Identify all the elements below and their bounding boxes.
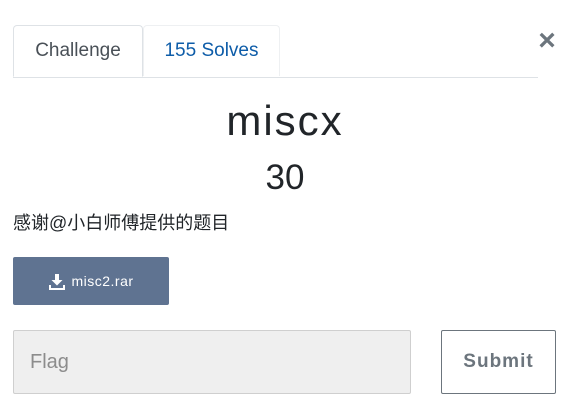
challenge-name: miscx bbox=[226, 97, 344, 144]
challenge-description: 感谢@小白师傅提供的题目 bbox=[13, 213, 230, 233]
flag-input[interactable] bbox=[13, 330, 411, 394]
close-icon[interactable]: × bbox=[536, 26, 558, 56]
download-icon bbox=[49, 273, 66, 290]
file-name: misc2.rar bbox=[71, 273, 134, 289]
tab-solves[interactable]: 155 Solves bbox=[143, 25, 280, 76]
tab-challenge[interactable]: Challenge bbox=[13, 25, 143, 77]
file-download-button[interactable]: misc2.rar bbox=[13, 257, 169, 305]
challenge-tabs: Challenge 155 Solves bbox=[13, 25, 538, 78]
submit-button[interactable]: Submit bbox=[441, 330, 556, 394]
challenge-points: 30 bbox=[265, 158, 305, 197]
